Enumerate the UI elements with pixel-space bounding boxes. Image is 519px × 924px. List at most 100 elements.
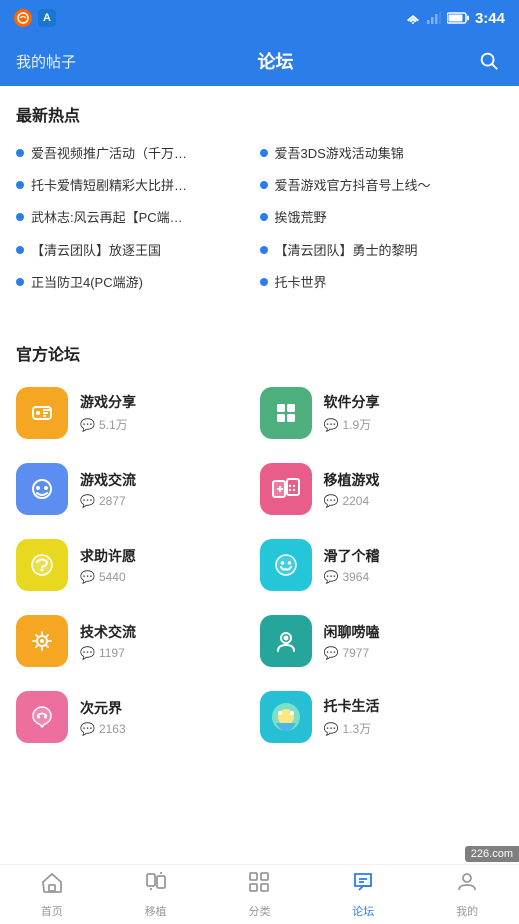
list-item[interactable]: 【清云团队】勇士的黎明	[260, 235, 504, 267]
forum-icon-youxi-jiaoliu	[16, 463, 68, 515]
comment-icon: 💬	[80, 494, 95, 508]
list-item[interactable]: 托卡生活 💬 1.3万	[260, 681, 504, 753]
forum-count: 💬 7977	[324, 646, 496, 660]
list-item[interactable]: 正当防卫4(PC端游)	[16, 267, 260, 299]
nav-label-profile: 我的	[456, 903, 478, 919]
forum-name: 滑了个稽	[324, 546, 496, 566]
nav-label-migrate: 移植	[145, 903, 167, 919]
hot-section: 最新热点 爱吾视频推广活动（千万… 爱吾3DS游戏活动集锦 托卡爱情短剧精彩大比…	[0, 86, 519, 315]
list-item[interactable]: 爱吾视频推广活动（千万…	[16, 138, 260, 170]
hot-item-text: 爱吾视频推广活动（千万…	[31, 145, 187, 163]
list-item[interactable]: 技术交流 💬 1197	[16, 605, 260, 677]
time-display: 3:44	[475, 10, 505, 27]
hot-section-title: 最新热点	[16, 102, 503, 126]
list-item[interactable]: 【清云团队】放逐王国	[16, 235, 260, 267]
forum-info: 技术交流 💬 1197	[80, 622, 252, 660]
forum-count: 💬 2204	[324, 494, 496, 508]
hot-item-text: 托卡爱情短剧精彩大比拼…	[31, 177, 187, 195]
hot-dot	[16, 149, 24, 157]
comment-icon: 💬	[80, 418, 95, 432]
forum-count: 💬 5440	[80, 570, 252, 584]
forum-info: 软件分享 💬 1.9万	[324, 392, 496, 433]
comment-icon: 💬	[80, 722, 95, 736]
signal-icon	[427, 12, 441, 24]
forum-icon-tuoka-shenghuo	[260, 691, 312, 743]
hot-item-text: 正当防卫4(PC端游)	[31, 274, 143, 292]
forum-name: 托卡生活	[324, 696, 496, 716]
battery-icon	[447, 12, 469, 24]
forum-icon-xianliao-laoke	[260, 615, 312, 667]
forum-name: 移植游戏	[324, 470, 496, 490]
forum-section-title: 官方论坛	[16, 341, 503, 365]
list-item[interactable]: 托卡世界	[260, 267, 504, 299]
forum-nav-icon	[351, 870, 375, 900]
forum-icon-jishu-jiaoliu	[16, 615, 68, 667]
forum-name: 游戏交流	[80, 470, 252, 490]
list-item[interactable]: 闲聊唠嗑 💬 7977	[260, 605, 504, 677]
hot-dot	[260, 181, 268, 189]
search-button[interactable]	[475, 47, 503, 75]
nav-item-home[interactable]: 首页	[0, 870, 104, 919]
hot-dot	[16, 246, 24, 254]
list-item[interactable]: 游戏交流 💬 2877	[16, 453, 260, 525]
forum-icon-hualiaogeji	[260, 539, 312, 591]
count-text: 3964	[342, 570, 369, 584]
count-text: 7977	[342, 646, 369, 660]
hot-item-text: 武林志:风云再起【PC端…	[31, 209, 183, 227]
forum-name: 次元界	[80, 698, 252, 718]
count-text: 1.9万	[342, 416, 371, 433]
nav-label-forum: 论坛	[352, 903, 374, 919]
hot-item-text: 【清云团队】勇士的黎明	[275, 242, 418, 260]
forum-count: 💬 1197	[80, 646, 252, 660]
hot-dot	[16, 181, 24, 189]
list-item[interactable]: 滑了个稽 💬 3964	[260, 529, 504, 601]
comment-icon: 💬	[324, 418, 339, 432]
a-icon: A	[38, 9, 56, 27]
count-text: 5.1万	[99, 416, 128, 433]
status-bar-right: 3:44	[405, 10, 505, 27]
forum-name: 技术交流	[80, 622, 252, 642]
forum-count: 💬 5.1万	[80, 416, 252, 433]
hot-item-text: 爱吾3DS游戏活动集锦	[275, 145, 404, 163]
comment-icon: 💬	[324, 570, 339, 584]
forum-info: 游戏交流 💬 2877	[80, 470, 252, 508]
list-item[interactable]: 托卡爱情短剧精彩大比拼…	[16, 170, 260, 202]
forum-name: 求助许愿	[80, 546, 252, 566]
forum-icon-ruanjian-fengxiang	[260, 387, 312, 439]
nav-item-forum[interactable]: 论坛	[311, 870, 415, 919]
nav-back-label[interactable]: 我的帖子	[16, 51, 76, 72]
forum-info: 移植游戏 💬 2204	[324, 470, 496, 508]
category-icon	[247, 870, 271, 900]
comment-icon: 💬	[80, 646, 95, 660]
list-item[interactable]: 挨饿荒野	[260, 202, 504, 234]
nav-item-profile[interactable]: 我的	[415, 870, 519, 919]
status-bar: A 3:44	[0, 0, 519, 36]
forum-name: 游戏分享	[80, 392, 252, 412]
bottom-nav: 首页 移植 分类	[0, 864, 519, 924]
hot-item-text: 挨饿荒野	[275, 209, 327, 227]
list-item[interactable]: 求助许愿 💬 5440	[16, 529, 260, 601]
count-text: 2204	[342, 494, 369, 508]
hot-dot	[260, 278, 268, 286]
forum-icon-yizhi-youxi	[260, 463, 312, 515]
forum-info: 求助许愿 💬 5440	[80, 546, 252, 584]
list-item[interactable]: 软件分享 💬 1.9万	[260, 377, 504, 449]
list-item[interactable]: 移植游戏 💬 2204	[260, 453, 504, 525]
list-item[interactable]: 武林志:风云再起【PC端…	[16, 202, 260, 234]
list-item[interactable]: 爱吾3DS游戏活动集锦	[260, 138, 504, 170]
nav-item-category[interactable]: 分类	[208, 870, 312, 919]
list-item[interactable]: 次元界 💬 2163	[16, 681, 260, 753]
nav-item-migrate[interactable]: 移植	[104, 870, 208, 919]
comment-icon: 💬	[324, 494, 339, 508]
list-item[interactable]: 爱吾游戏官方抖音号上线～	[260, 170, 504, 202]
forum-count: 💬 1.9万	[324, 416, 496, 433]
watermark: 226.com	[465, 846, 519, 862]
forum-info: 滑了个稽 💬 3964	[324, 546, 496, 584]
forum-info: 次元界 💬 2163	[80, 698, 252, 736]
nav-label-category: 分类	[248, 903, 270, 919]
main-content: 最新热点 爱吾视频推广活动（千万… 爱吾3DS游戏活动集锦 托卡爱情短剧精彩大比…	[0, 86, 519, 864]
list-item[interactable]: 游戏分享 💬 5.1万	[16, 377, 260, 449]
status-bar-left: A	[14, 9, 56, 27]
count-text: 5440	[99, 570, 126, 584]
count-text: 2163	[99, 722, 126, 736]
